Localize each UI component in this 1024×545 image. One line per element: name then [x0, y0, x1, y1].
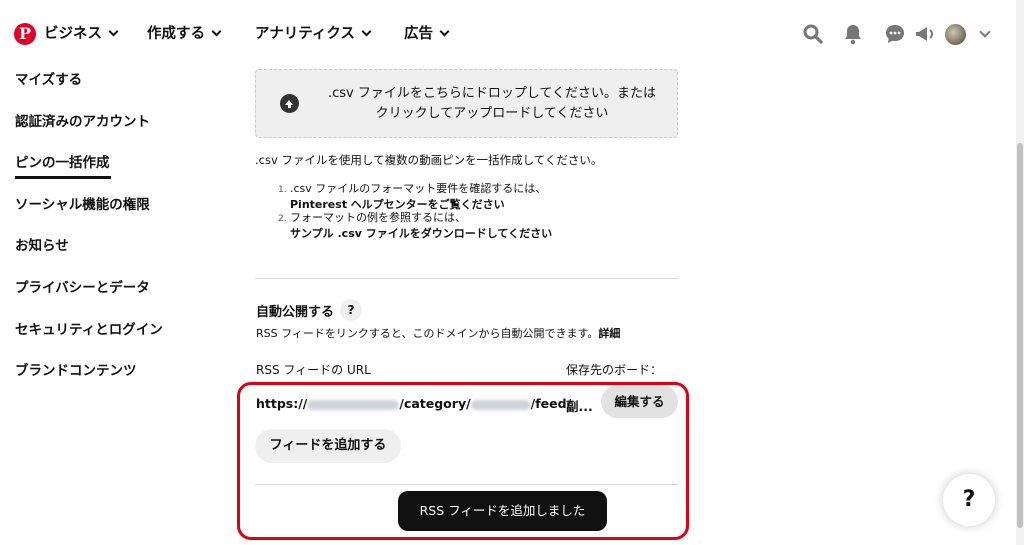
help-button[interactable]: ?: [943, 474, 995, 526]
step-2-text: フォーマットの例を参照するには、: [290, 211, 466, 224]
auto-publish-description: RSS フィードをリンクすると、このドメインから自動公開できます。詳細: [256, 325, 620, 341]
top-nav: P ビジネス 作成する アナリティクス 広告: [0, 0, 1016, 66]
active-tab-indicator: [15, 176, 111, 179]
chevron-down-icon: [211, 26, 222, 37]
section-divider: [255, 484, 678, 485]
step-1-number: 1.: [278, 185, 287, 195]
dropzone-text: .csv ファイルをこちらにドロップしてください。または クリックしてアップロー…: [316, 84, 668, 124]
pinterest-logo-icon[interactable]: P: [14, 23, 36, 45]
bell-icon[interactable]: [841, 22, 865, 46]
auto-publish-help-button[interactable]: ?: [340, 299, 362, 321]
dropzone-line-2: クリックしてアップロードしてください: [375, 106, 609, 121]
sidebar-item-customize[interactable]: マイズする: [15, 68, 82, 88]
upload-arrow-icon: [280, 94, 299, 113]
nav-create-menu[interactable]: 作成する: [147, 22, 222, 43]
nav-business-menu[interactable]: ビジネス: [44, 22, 119, 43]
step-2-number: 2.: [278, 214, 287, 224]
search-icon[interactable]: [801, 22, 825, 46]
chevron-down-icon[interactable]: [979, 26, 991, 38]
nav-ads-menu[interactable]: 広告: [404, 22, 450, 43]
sidebar-item-notifications[interactable]: お知らせ: [15, 234, 69, 254]
details-link[interactable]: 詳細: [598, 327, 620, 340]
sidebar-item-bulk-create-pins[interactable]: ピンの一括作成: [15, 151, 110, 171]
avatar[interactable]: [945, 24, 966, 45]
board-label: 保存先のボード：: [566, 363, 663, 377]
dropzone-line-1: .csv ファイルをこちらにドロップしてください。または: [327, 86, 657, 101]
step-1-text: .csv ファイルのフォーマット要件を確認するには、: [290, 182, 547, 195]
sidebar-item-privacy-data[interactable]: プライバシーとデータ: [15, 276, 150, 296]
rss-feed-url: https:///category//feed/: [256, 396, 571, 411]
sidebar-item-security-login[interactable]: セキュリティとログイン: [15, 318, 163, 338]
nav-ads-label: 広告: [404, 26, 433, 42]
help-center-link-prefix: Pinterest: [290, 197, 348, 211]
feed-url-category: /category/: [399, 396, 471, 411]
edit-button[interactable]: 編集する: [601, 385, 678, 418]
scrollbar-thumb[interactable]: [1017, 143, 1023, 528]
nav-analytics-menu[interactable]: アナリティクス: [255, 22, 372, 43]
bulk-description: .csv ファイルを使用して複数の動画ピンを一括作成してください。: [255, 153, 603, 167]
redacted-domain: [307, 399, 400, 410]
sidebar-item-verified-accounts[interactable]: 認証済みのアカウント: [15, 110, 150, 130]
nav-create-label: 作成する: [147, 26, 205, 42]
sidebar-item-social-permissions[interactable]: ソーシャル機能の権限: [15, 193, 150, 213]
auto-publish-title: 自動公開する: [256, 305, 335, 320]
chat-icon[interactable]: [883, 22, 907, 46]
redacted-slug: [470, 399, 531, 410]
csv-dropzone[interactable]: .csv ファイルをこちらにドロップしてください。または クリックしてアップロー…: [255, 69, 678, 138]
megaphone-icon[interactable]: [913, 22, 937, 46]
chevron-down-icon: [361, 26, 372, 37]
sidebar-item-branded-content[interactable]: ブランドコンテンツ: [15, 359, 137, 379]
rss-url-label: RSS フィードの URL: [256, 363, 371, 377]
section-divider: [255, 278, 678, 279]
feed-url-prefix: https://: [256, 396, 308, 411]
sample-csv-download-link[interactable]: サンプル .csv ファイルをダウンロードしてください: [290, 227, 552, 240]
toast-notification: RSS フィードを追加しました: [398, 491, 607, 531]
nav-analytics-label: アナリティクス: [255, 26, 355, 42]
auto-publish-description-text: RSS フィードをリンクすると、このドメインから自動公開できます。: [256, 327, 599, 340]
chevron-down-icon: [439, 26, 450, 37]
board-name: 副...: [566, 399, 593, 414]
help-center-link[interactable]: Pinterest ヘルプセンターをご覧ください: [278, 198, 552, 212]
add-feed-button[interactable]: フィードを追加する: [255, 429, 401, 463]
instruction-steps: 1. .csv ファイルのフォーマット要件を確認するには、 Pinterest ヘ…: [278, 182, 552, 240]
chevron-down-icon: [108, 26, 119, 37]
nav-business-label: ビジネス: [44, 26, 102, 42]
help-center-link-text: ヘルプセンターをご覧ください: [350, 197, 505, 211]
